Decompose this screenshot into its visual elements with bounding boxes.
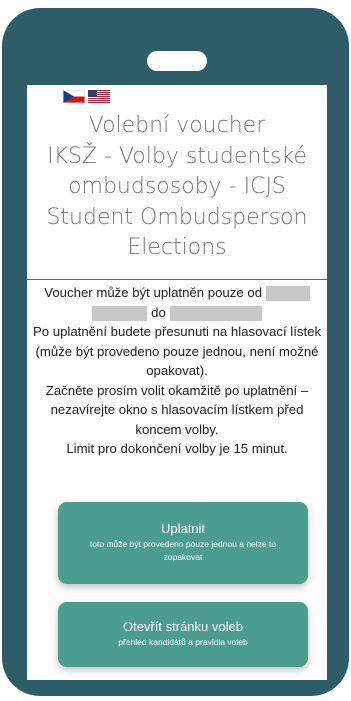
us-flag-icon[interactable] bbox=[88, 90, 110, 103]
redacted-start-time bbox=[92, 305, 148, 321]
start-voting-notice: Začněte prosím volit okamžitě po uplatně… bbox=[45, 382, 309, 437]
open-election-page-subtext: přehled kandidátů a pravidla voleb bbox=[118, 637, 248, 647]
time-limit-notice: Limit pro dokončení volby je 15 minut. bbox=[66, 441, 288, 456]
voucher-title-text: Volební voucher IKSŽ - Volby studentské … bbox=[46, 113, 308, 261]
divider bbox=[27, 279, 327, 280]
voucher-instructions: Voucher může být uplatněn pouze od do Po… bbox=[27, 283, 327, 459]
voucher-title: Volební voucher IKSŽ - Volby studentské … bbox=[27, 111, 327, 264]
open-election-page-button[interactable]: Otevřít stránku voleb přehled kandidátů … bbox=[58, 602, 308, 667]
valid-from-label: Voucher může být uplatněn pouze od bbox=[44, 285, 263, 300]
redacted-start-date bbox=[265, 286, 310, 302]
language-switcher bbox=[63, 90, 110, 103]
redeem-button-label: Uplatnit bbox=[160, 521, 206, 536]
redirect-notice: Po uplatnění budete přesunuti na hlasova… bbox=[32, 324, 322, 378]
redeem-button-subtext: toto může být provedeno pouze jednou a n… bbox=[89, 539, 277, 562]
redacted-end-date bbox=[169, 305, 262, 321]
valid-to-label: do bbox=[151, 304, 166, 320]
redeem-button[interactable]: Uplatnit toto může být provedeno pouze j… bbox=[58, 502, 308, 584]
czech-flag-icon[interactable] bbox=[63, 90, 85, 103]
open-election-page-label: Otevřít stránku voleb bbox=[123, 619, 243, 634]
voucher-screen: Volební voucher IKSŽ - Volby studentské … bbox=[27, 85, 327, 680]
phone-speaker bbox=[147, 51, 207, 71]
